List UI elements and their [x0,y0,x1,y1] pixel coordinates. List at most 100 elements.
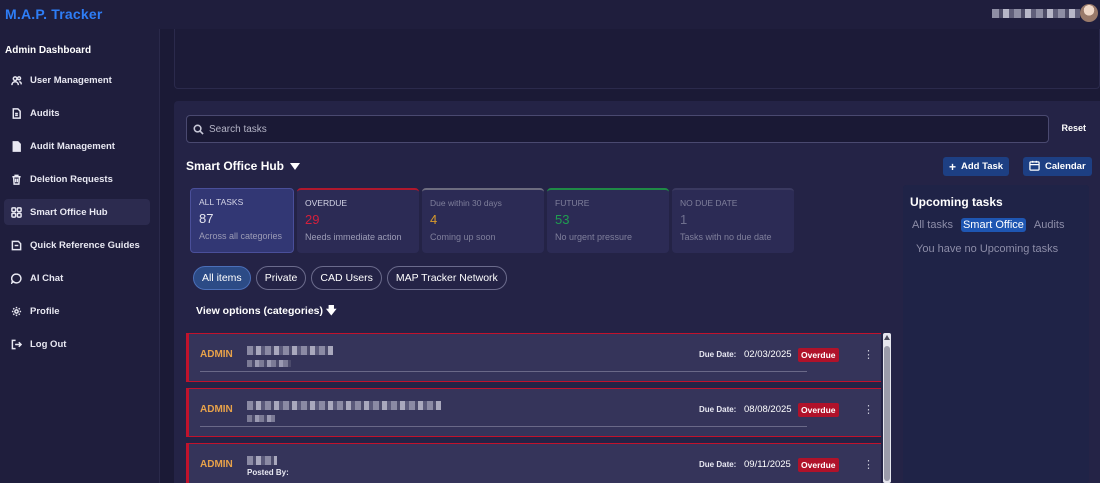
scrollbar-thumb[interactable] [884,346,890,481]
stat-label: NO DUE DATE [680,198,738,208]
task-title-redacted [247,401,441,410]
stat-label: ALL TASKS [199,197,244,207]
stat-card-future[interactable]: FUTURE 53 No urgent pressure [547,188,669,253]
sidebar: Admin Dashboard User Management Audits A… [0,29,160,483]
user-name-redacted[interactable] [992,9,1080,18]
stat-card-all-tasks[interactable]: ALL TASKS 87 Across all categories [190,188,294,253]
task-list: ADMIN Due Date: 02/03/2025 Overdue ⋮ ADM… [186,333,893,483]
reset-button[interactable]: Reset [1061,123,1086,133]
hub-selector[interactable]: Smart Office Hub [186,159,301,173]
due-date-value: 08/08/2025 [744,404,792,415]
filter-cad-users[interactable]: CAD Users [311,266,382,290]
logout-icon [10,338,22,350]
document-icon [10,140,22,152]
view-options-label: View options (categories) [196,305,323,317]
sidebar-item-log-out[interactable]: Log Out [4,331,150,357]
status-badge: Overdue [798,458,839,472]
stat-subtitle: Coming up soon [430,232,496,242]
stat-card-overdue[interactable]: OVERDUE 29 Needs immediate action [297,188,419,253]
due-date-label: Due Date: [699,405,737,414]
status-badge: Overdue [798,403,839,417]
task-row[interactable]: ADMIN Due Date: 08/08/2025 Overdue ⋮ [186,388,881,437]
filter-pills: All items Private CAD Users MAP Tracker … [193,266,507,290]
add-task-button[interactable]: + Add Task [943,157,1010,176]
top-bar: M.A.P. Tracker [0,0,1100,29]
app-brand[interactable]: M.A.P. Tracker [5,6,103,22]
filter-all-items[interactable]: All items [193,266,251,290]
sidebar-item-label: Quick Reference Guides [30,239,140,251]
calendar-button[interactable]: Calendar [1023,157,1092,176]
stat-label: Due within 30 days [430,198,502,208]
stat-label: FUTURE [555,198,590,208]
more-options-icon[interactable]: ⋮ [863,350,874,361]
stat-subtitle: Across all categories [199,231,283,241]
stat-value: 87 [199,211,214,226]
task-row[interactable]: ADMIN Posted By: Due Date: 09/11/2025 Ov… [186,443,881,483]
tab-smart-office[interactable]: Smart Office [960,218,1026,232]
sidebar-item-label: AI Chat [30,272,64,284]
top-panel [174,29,1100,89]
sidebar-item-audit-management[interactable]: Audit Management [4,133,150,159]
search-input[interactable]: Search tasks [186,115,1049,143]
calendar-label: Calendar [1045,161,1086,172]
sidebar-item-audits[interactable]: Audits [4,100,150,126]
sidebar-item-label: User Management [30,74,112,86]
chat-icon [10,272,22,284]
stat-value: 29 [305,212,320,227]
sidebar-item-label: Audits [30,107,60,119]
scroll-up-icon[interactable] [884,335,890,340]
calendar-icon [1029,160,1040,173]
task-subtitle-redacted [247,360,291,367]
divider [200,426,807,427]
task-row[interactable]: ADMIN Due Date: 02/03/2025 Overdue ⋮ [186,333,881,382]
search-icon [193,124,204,135]
search-placeholder: Search tasks [209,123,267,135]
status-badge: Overdue [798,348,839,362]
task-owner: ADMIN [200,459,233,470]
stat-label: OVERDUE [305,198,348,208]
sidebar-item-deletion-requests[interactable]: Deletion Requests [4,166,150,192]
stat-card-no-due-date[interactable]: NO DUE DATE 1 Tasks with no due date [672,188,794,253]
upcoming-tabs: All tasks Smart Office Audits [910,218,1066,232]
view-options-toggle[interactable]: View options (categories) 🡇 [196,303,337,321]
task-subtitle-redacted [247,415,275,422]
filter-map-tracker-network[interactable]: MAP Tracker Network [386,266,507,290]
sidebar-item-label: Log Out [30,338,67,350]
avatar[interactable] [1080,4,1098,22]
task-title-redacted [247,456,277,465]
sidebar-item-profile[interactable]: Profile [4,298,150,324]
upcoming-title: Upcoming tasks [910,195,1003,209]
stat-value: 53 [555,212,570,227]
task-title-redacted [247,346,333,355]
sidebar-item-label: Audit Management [30,140,115,152]
sidebar-item-label: Profile [30,305,60,317]
stat-value: 1 [680,212,688,227]
scrollbar[interactable] [883,333,891,483]
sidebar-item-quick-reference-guides[interactable]: Quick Reference Guides [4,232,150,258]
stat-card-due-within-30-days[interactable]: Due within 30 days 4 Coming up soon [422,188,544,253]
arrow-down-icon: 🡇 [325,305,337,317]
stat-subtitle: Needs immediate action [305,232,402,242]
more-options-icon[interactable]: ⋮ [863,405,874,416]
stats-row: ALL TASKS 87 Across all categories OVERD… [190,188,794,253]
more-options-icon[interactable]: ⋮ [863,460,874,471]
stat-subtitle: No urgent pressure [555,232,633,242]
tab-audits[interactable]: Audits [1032,218,1067,232]
sidebar-item-smart-office-hub[interactable]: Smart Office Hub [4,199,150,225]
sidebar-item-ai-chat[interactable]: AI Chat [4,265,150,291]
sidebar-item-label: Deletion Requests [30,173,113,185]
sidebar-item-label: Smart Office Hub [30,206,108,218]
sidebar-title: Admin Dashboard [5,45,92,56]
upcoming-empty-message: You have no Upcoming tasks [916,243,1059,255]
tab-all-tasks[interactable]: All tasks [910,218,955,232]
sidebar-item-user-management[interactable]: User Management [4,67,150,93]
filter-private[interactable]: Private [255,266,307,290]
upcoming-tasks-panel: Upcoming tasks All tasks Smart Office Au… [903,185,1089,483]
due-date-label: Due Date: [699,460,737,469]
due-date-value: 09/11/2025 [744,459,791,470]
hub-title: Smart Office Hub [186,159,285,173]
stat-value: 4 [430,212,438,227]
caret-down-icon [290,162,301,170]
plus-icon: + [949,159,957,174]
divider [200,371,807,372]
